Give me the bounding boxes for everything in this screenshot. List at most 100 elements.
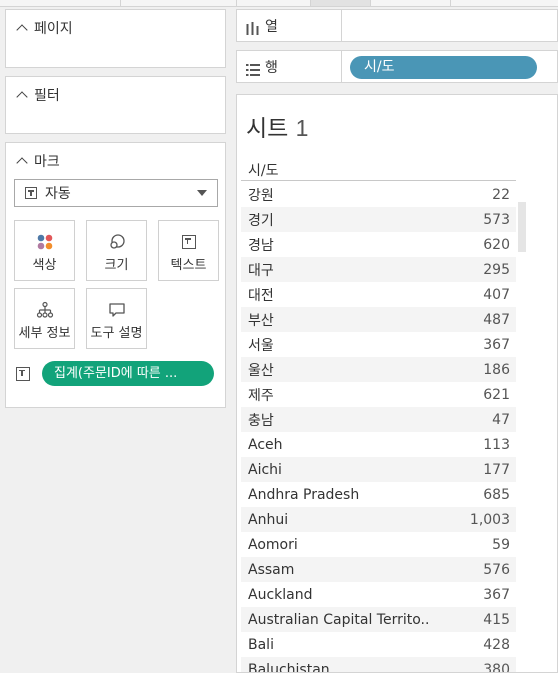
- marks-header[interactable]: 마크: [16, 151, 60, 171]
- table-row[interactable]: 서울 367: [241, 332, 516, 357]
- pages-card: 페이지: [5, 9, 226, 68]
- top-tab-strip: [0, 0, 558, 7]
- row-value: 685: [483, 486, 510, 503]
- row-label: Assam: [248, 561, 295, 578]
- columns-icon: [246, 20, 260, 39]
- color-icon: [36, 233, 54, 251]
- rows-label: 행: [265, 60, 278, 76]
- row-label: Australian Capital Territo..: [248, 611, 430, 628]
- table-row[interactable]: Andhra Pradesh 685: [241, 482, 516, 507]
- table-row[interactable]: 대구 295: [241, 257, 516, 282]
- pages-title: 페이지: [34, 21, 73, 37]
- row-value: 620: [483, 236, 510, 253]
- sheet-title: 시트 1: [246, 109, 308, 143]
- size-button[interactable]: 크기: [86, 220, 147, 281]
- tab-divider: [120, 0, 181, 6]
- rows-shelf[interactable]: 행 시/도: [236, 50, 558, 83]
- table-row[interactable]: Anhui 1,003: [241, 507, 516, 532]
- tooltip-icon: [108, 301, 126, 319]
- table-row[interactable]: 강원 22: [241, 182, 516, 207]
- row-value: 295: [483, 261, 510, 278]
- table-row[interactable]: 경남 620: [241, 232, 516, 257]
- columns-label: 열: [265, 19, 278, 35]
- detail-label: 세부 정보: [18, 326, 71, 341]
- row-label: 충남: [248, 412, 274, 429]
- row-label: 대전: [248, 287, 274, 304]
- row-value: 59: [492, 536, 510, 553]
- size-label: 크기: [104, 258, 129, 273]
- row-label: Bali: [248, 636, 274, 653]
- row-label: 울산: [248, 362, 274, 379]
- columns-shelf[interactable]: 열: [236, 9, 558, 42]
- row-value: 186: [483, 361, 510, 378]
- row-value: 576: [483, 561, 510, 578]
- table-row[interactable]: 울산 186: [241, 357, 516, 382]
- filters-title: 필터: [34, 88, 60, 104]
- table-row[interactable]: 부산 487: [241, 307, 516, 332]
- row-value: 113: [483, 436, 510, 453]
- tab-divider: [450, 0, 558, 6]
- color-button[interactable]: 색상: [14, 220, 75, 281]
- tooltip-button[interactable]: 도구 설명: [86, 288, 147, 349]
- row-label: Aichi: [248, 461, 282, 478]
- table-row[interactable]: 대전 407: [241, 282, 516, 307]
- row-label: 대구: [248, 262, 274, 279]
- row-value: 47: [492, 411, 510, 428]
- detail-icon: [36, 301, 54, 319]
- chevron-down-icon[interactable]: [197, 190, 207, 196]
- row-label: Aomori: [248, 536, 298, 553]
- row-value: 380: [483, 661, 510, 673]
- text-label: 텍스트: [170, 258, 207, 273]
- table-row[interactable]: Baluchistan 380: [241, 657, 516, 673]
- table-row[interactable]: 제주 621: [241, 382, 516, 407]
- table-row[interactable]: Aichi 177: [241, 457, 516, 482]
- detail-button[interactable]: 세부 정보: [14, 288, 75, 349]
- row-value: 573: [483, 211, 510, 228]
- active-tab[interactable]: [310, 0, 371, 6]
- row-value: 367: [483, 336, 510, 353]
- row-label: 부산: [248, 312, 274, 329]
- table-row[interactable]: 경기 573: [241, 207, 516, 232]
- text-measure-pill[interactable]: 집계(주문ID에 따른 ...: [42, 361, 214, 386]
- header-divider: [241, 180, 516, 181]
- text-button[interactable]: 텍스트: [158, 220, 219, 281]
- row-label: 강원: [248, 187, 274, 204]
- row-value: 177: [483, 461, 510, 478]
- shelf-divider: [341, 51, 342, 82]
- vertical-scrollbar[interactable]: [518, 202, 526, 252]
- pages-header[interactable]: 페이지: [16, 18, 73, 38]
- filters-card[interactable]: 필터: [5, 76, 226, 134]
- row-value: 1,003: [469, 511, 510, 528]
- table-row[interactable]: Australian Capital Territo.. 415: [241, 607, 516, 632]
- size-icon: [108, 233, 126, 251]
- column-header[interactable]: 시/도: [248, 160, 278, 180]
- chevron-up-icon[interactable]: [16, 91, 28, 103]
- row-value: 367: [483, 586, 510, 603]
- marks-card: 마크 자동 색상 크기 텍스트 세부 정보 도구 설명 집계(주문ID에 따른 …: [5, 142, 226, 408]
- text-field-row: 집계(주문ID에 따른 ...: [16, 361, 214, 386]
- row-value: 487: [483, 311, 510, 328]
- color-label: 색상: [32, 258, 57, 273]
- table-row[interactable]: Aomori 59: [241, 532, 516, 557]
- row-dimension-pill[interactable]: 시/도: [350, 56, 537, 79]
- table-row[interactable]: 충남 47: [241, 407, 516, 432]
- table-body: 강원 22 경기 573 경남 620 대구 295 대전 407 부산 487 서울 367 울산 186 제…: [241, 182, 516, 673]
- row-label: 제주: [248, 387, 274, 404]
- table-row[interactable]: Assam 576: [241, 557, 516, 582]
- table-row[interactable]: Bali 428: [241, 632, 516, 657]
- text-encoding-icon[interactable]: [16, 366, 30, 381]
- mark-type-value: 자동: [45, 186, 71, 202]
- row-value: 415: [483, 611, 510, 628]
- chevron-up-icon[interactable]: [16, 24, 28, 36]
- row-label: 서울: [248, 337, 274, 354]
- shelf-divider: [341, 10, 342, 41]
- marks-title: 마크: [34, 154, 60, 170]
- chevron-up-icon[interactable]: [16, 157, 28, 169]
- table-row[interactable]: Aceh 113: [241, 432, 516, 457]
- filters-header[interactable]: 필터: [16, 85, 60, 105]
- mark-type-dropdown[interactable]: 자동: [14, 179, 218, 207]
- sheet-title-number: 1: [295, 115, 309, 141]
- table-row[interactable]: Auckland 367: [241, 582, 516, 607]
- row-value: 621: [483, 386, 510, 403]
- row-label: Baluchistan: [248, 661, 330, 673]
